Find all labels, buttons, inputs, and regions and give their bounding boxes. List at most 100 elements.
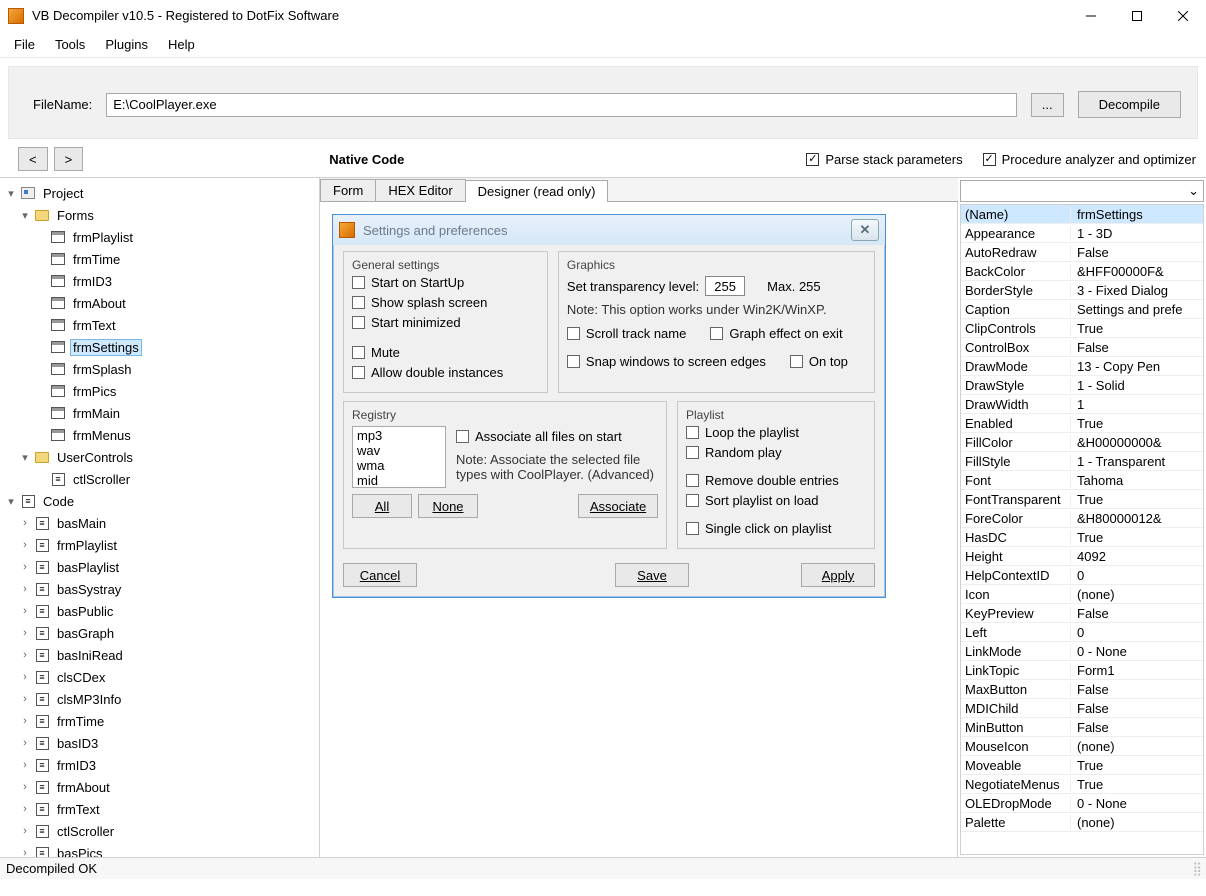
cb-splash[interactable]: Show splash screen	[352, 292, 539, 312]
cb-graph-effect[interactable]: Graph effect on exit	[710, 323, 842, 343]
tree-form-frmAbout[interactable]: frmAbout	[4, 292, 319, 314]
prop-drawstyle[interactable]: DrawStyle1 - Solid	[961, 376, 1203, 395]
cb-startup[interactable]: Start on StartUp	[352, 272, 539, 292]
browse-button[interactable]: ...	[1031, 93, 1064, 117]
parse-stack-checkbox[interactable]: Parse stack parameters	[806, 152, 962, 167]
prop-palette[interactable]: Palette(none)	[961, 813, 1203, 832]
tree-form-frmMenus[interactable]: frmMenus	[4, 424, 319, 446]
menu-file[interactable]: File	[6, 35, 43, 54]
cancel-button[interactable]: Cancel	[343, 563, 417, 587]
tree-code-frmText[interactable]: ›frmText	[4, 798, 319, 820]
cb-sort-playlist[interactable]: Sort playlist on load	[686, 490, 866, 510]
tree-code-basGraph[interactable]: ›basGraph	[4, 622, 319, 644]
prop-controlbox[interactable]: ControlBoxFalse	[961, 338, 1203, 357]
apply-button[interactable]: Apply	[801, 563, 875, 587]
tree-code-ctlScroller[interactable]: ›ctlScroller	[4, 820, 319, 842]
tree-form-frmText[interactable]: frmText	[4, 314, 319, 336]
prop-oledropmode[interactable]: OLEDropMode0 - None	[961, 794, 1203, 813]
tree-code-basSystray[interactable]: ›basSystray	[4, 578, 319, 600]
prop-autoredraw[interactable]: AutoRedrawFalse	[961, 243, 1203, 262]
prop-icon[interactable]: Icon(none)	[961, 585, 1203, 604]
filetype-wav[interactable]: wav	[357, 443, 441, 458]
tree-code-basID3[interactable]: ›basID3	[4, 732, 319, 754]
close-button[interactable]	[1160, 1, 1206, 31]
cb-loop-playlist[interactable]: Loop the playlist	[686, 422, 866, 442]
prop-appearance[interactable]: Appearance1 - 3D	[961, 224, 1203, 243]
decompile-button[interactable]: Decompile	[1078, 91, 1181, 118]
tree-form-frmTime[interactable]: frmTime	[4, 248, 319, 270]
prop-backcolor[interactable]: BackColor&HFF00000F&	[961, 262, 1203, 281]
tree-form-frmMain[interactable]: frmMain	[4, 402, 319, 424]
prop-fonttransparent[interactable]: FontTransparentTrue	[961, 490, 1203, 509]
prop-drawmode[interactable]: DrawMode13 - Copy Pen	[961, 357, 1203, 376]
cb-single-click[interactable]: Single click on playlist	[686, 518, 866, 538]
prop-clipcontrols[interactable]: ClipControlsTrue	[961, 319, 1203, 338]
tree-form-frmPics[interactable]: frmPics	[4, 380, 319, 402]
menu-help[interactable]: Help	[160, 35, 203, 54]
menu-plugins[interactable]: Plugins	[97, 35, 156, 54]
resize-grip-icon[interactable]: ⣿	[1192, 861, 1200, 877]
minimize-button[interactable]	[1068, 1, 1114, 31]
prop-fillstyle[interactable]: FillStyle1 - Transparent	[961, 452, 1203, 471]
cb-remove-doubles[interactable]: Remove double entries	[686, 470, 866, 490]
filetype-mp3[interactable]: mp3	[357, 428, 441, 443]
tree-code[interactable]: ▾Code	[4, 490, 319, 512]
prop-linkmode[interactable]: LinkMode0 - None	[961, 642, 1203, 661]
dialog-close-button[interactable]: ✕	[851, 219, 879, 241]
tree-code-basMain[interactable]: ›basMain	[4, 512, 319, 534]
prop-forecolor[interactable]: ForeColor&H80000012&	[961, 509, 1203, 528]
associate-button[interactable]: Associate	[578, 494, 658, 518]
filetype-listbox[interactable]: mp3wavwmamid	[352, 426, 446, 488]
project-tree[interactable]: ▾Project▾FormsfrmPlaylistfrmTimefrmID3fr…	[0, 178, 320, 857]
prop-maxbutton[interactable]: MaxButtonFalse	[961, 680, 1203, 699]
prop-helpcontextid[interactable]: HelpContextID0	[961, 566, 1203, 585]
tree-code-frmAbout[interactable]: ›frmAbout	[4, 776, 319, 798]
tree-code-basIniRead[interactable]: ›basIniRead	[4, 644, 319, 666]
tree-form-frmSplash[interactable]: frmSplash	[4, 358, 319, 380]
filename-input[interactable]	[106, 93, 1016, 117]
tree-code-frmTime[interactable]: ›frmTime	[4, 710, 319, 732]
prop-caption[interactable]: CaptionSettings and prefe	[961, 300, 1203, 319]
prop-moveable[interactable]: MoveableTrue	[961, 756, 1203, 775]
proc-analyzer-checkbox[interactable]: Procedure analyzer and optimizer	[983, 152, 1196, 167]
tree-form-frmSettings[interactable]: frmSettings	[4, 336, 319, 358]
prop-hasdc[interactable]: HasDCTrue	[961, 528, 1203, 547]
tree-code-frmID3[interactable]: ›frmID3	[4, 754, 319, 776]
tab-form[interactable]: Form	[320, 179, 376, 201]
nav-forward-button[interactable]: >	[54, 147, 84, 171]
all-button[interactable]: All	[352, 494, 412, 518]
prop-linktopic[interactable]: LinkTopicForm1	[961, 661, 1203, 680]
prop-enabled[interactable]: EnabledTrue	[961, 414, 1203, 433]
tree-form-frmPlaylist[interactable]: frmPlaylist	[4, 226, 319, 248]
tree-uc-ctlScroller[interactable]: ctlScroller	[4, 468, 319, 490]
tree-code-clsCDex[interactable]: ›clsCDex	[4, 666, 319, 688]
nav-back-button[interactable]: <	[18, 147, 48, 171]
tree-code-clsMP3Info[interactable]: ›clsMP3Info	[4, 688, 319, 710]
tab-hex[interactable]: HEX Editor	[375, 179, 465, 201]
maximize-button[interactable]	[1114, 1, 1160, 31]
prop-font[interactable]: FontTahoma	[961, 471, 1203, 490]
cb-snap-windows[interactable]: Snap windows to screen edges	[567, 351, 766, 371]
tree-project[interactable]: ▾Project	[4, 182, 319, 204]
menu-tools[interactable]: Tools	[47, 35, 93, 54]
prop-mouseicon[interactable]: MouseIcon(none)	[961, 737, 1203, 756]
filetype-wma[interactable]: wma	[357, 458, 441, 473]
prop-borderstyle[interactable]: BorderStyle3 - Fixed Dialog	[961, 281, 1203, 300]
cb-random-play[interactable]: Random play	[686, 442, 866, 462]
tree-forms[interactable]: ▾Forms	[4, 204, 319, 226]
cb-minimized[interactable]: Start minimized	[352, 312, 539, 332]
filetype-mid[interactable]: mid	[357, 473, 441, 488]
cb-double-instances[interactable]: Allow double instances	[352, 362, 539, 382]
prop-keypreview[interactable]: KeyPreviewFalse	[961, 604, 1203, 623]
prop-mdichild[interactable]: MDIChildFalse	[961, 699, 1203, 718]
tab-designer[interactable]: Designer (read only)	[465, 180, 609, 202]
cb-scroll-track[interactable]: Scroll track name	[567, 323, 686, 343]
prop-negotiatemenus[interactable]: NegotiateMenusTrue	[961, 775, 1203, 794]
prop-minbutton[interactable]: MinButtonFalse	[961, 718, 1203, 737]
prop-left[interactable]: Left0	[961, 623, 1203, 642]
cb-associate-all[interactable]: Associate all files on start	[456, 426, 658, 446]
prop-drawwidth[interactable]: DrawWidth1	[961, 395, 1203, 414]
tree-code-basPics[interactable]: ›basPics	[4, 842, 319, 857]
tree-usercontrols[interactable]: ▾UserControls	[4, 446, 319, 468]
tree-code-basPublic[interactable]: ›basPublic	[4, 600, 319, 622]
